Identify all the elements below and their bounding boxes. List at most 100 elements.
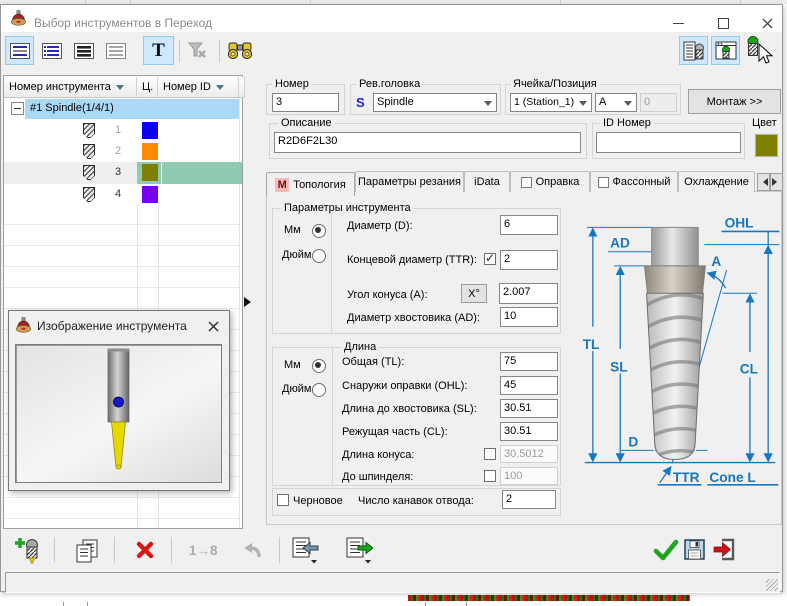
ohl-field[interactable]: 45 — [500, 376, 558, 395]
text-mode-label: T — [152, 39, 165, 61]
taper-angle-label: Угол конуса (A): — [347, 289, 428, 301]
mount-button[interactable]: Монтаж >> — [688, 89, 781, 114]
view-details-button[interactable] — [5, 36, 34, 65]
undo-button[interactable] — [242, 541, 262, 561]
tab-scroll-right-button[interactable] — [770, 173, 783, 191]
popup-title: Изображение инструмента — [37, 319, 187, 333]
column-header-color[interactable]: Ц. — [137, 77, 158, 98]
number-group-label: Номер — [272, 78, 312, 90]
holder-checkbox[interactable] — [520, 176, 532, 188]
cone-length-checkbox[interactable] — [484, 448, 496, 460]
position-dropdown[interactable]: A — [595, 93, 637, 112]
tool-cursor-indicator — [744, 36, 778, 66]
tool-color-swatch[interactable] — [142, 122, 158, 139]
splitter-expand-arrow[interactable] — [244, 297, 256, 307]
revhead-dropdown[interactable]: Spindle — [373, 93, 497, 112]
window-tool-icon — [715, 41, 736, 59]
import-tools-button[interactable] — [291, 536, 319, 564]
close-icon — [207, 320, 219, 332]
column-header-id[interactable]: Номер ID — [158, 77, 239, 98]
tool-color-swatch[interactable] — [142, 164, 158, 181]
exit-button[interactable] — [712, 538, 735, 561]
flutes-field[interactable]: 2 — [502, 490, 556, 509]
table-tool-icon — [683, 41, 704, 60]
tool-row-2[interactable]: 2 — [4, 141, 239, 162]
delete-tool-button[interactable] — [136, 541, 154, 559]
tool-color-swatch[interactable] — [142, 143, 158, 160]
group-label: #1 Spindle(1/4/1) — [30, 102, 114, 114]
tab-coolant[interactable]: Охлаждение — [678, 171, 755, 192]
svg-text:AD: AD — [610, 236, 630, 251]
tool-row-1[interactable]: 1 — [4, 120, 239, 141]
save-button[interactable] — [684, 539, 705, 560]
inch-radio[interactable] — [312, 249, 326, 263]
to-spindle-label: До шпинделя: — [342, 471, 414, 483]
binoculars-icon — [227, 42, 253, 60]
id-number-field[interactable] — [596, 132, 741, 153]
mill-tool-icon — [83, 123, 95, 138]
tab-topology[interactable]: M Топология — [266, 172, 355, 196]
length-group-label: Длина — [341, 341, 380, 353]
mm-radio[interactable] — [312, 224, 326, 238]
resize-grip[interactable] — [766, 579, 778, 591]
expand-collapse-box[interactable] — [11, 102, 24, 115]
view-compact-button[interactable] — [101, 36, 130, 65]
ok-button[interactable] — [653, 538, 679, 562]
roughing-checkbox[interactable] — [277, 494, 289, 506]
filter-clear-icon — [188, 42, 206, 58]
export-tools-button[interactable] — [345, 536, 374, 564]
delete-x-icon — [136, 541, 154, 559]
cl-field[interactable]: 30.51 — [500, 422, 558, 441]
mm-radio-length[interactable] — [312, 359, 326, 373]
diameter-field[interactable]: 6 — [500, 215, 558, 235]
total-length-field[interactable]: 75 — [500, 352, 558, 371]
search-button[interactable] — [224, 36, 256, 65]
tab-holder[interactable]: Оправка — [510, 171, 590, 192]
shaped-checkbox[interactable] — [597, 176, 609, 188]
tab-idata[interactable]: iData — [464, 171, 510, 192]
svg-text:TTR: TTR — [673, 470, 700, 485]
sort-desc-icon — [215, 84, 224, 94]
angle-mode-button[interactable]: X° — [461, 284, 487, 303]
text-mode-button[interactable]: T — [143, 36, 174, 65]
copy-icon — [76, 539, 98, 563]
clear-filter-button[interactable] — [183, 36, 212, 65]
tab-scroll-left-button[interactable] — [757, 173, 770, 191]
tool-color-swatch[interactable] — [142, 186, 158, 203]
app-icon — [10, 10, 27, 26]
inch-radio-length[interactable] — [312, 383, 326, 397]
copy-tool-button[interactable] — [74, 538, 100, 564]
position-extra-field: 0 — [640, 93, 677, 112]
tab-shaped[interactable]: Фассонный — [590, 171, 678, 192]
sl-field[interactable]: 30.51 — [500, 399, 558, 418]
tool-number-field[interactable]: 3 — [272, 93, 339, 112]
popup-close-button[interactable] — [203, 316, 223, 336]
title-bar[interactable]: Выбор инструментов в Переход — [1, 5, 782, 32]
tool-color-picker[interactable] — [754, 133, 779, 158]
import-list-icon — [292, 537, 319, 564]
tool-row-4[interactable]: 4 — [4, 184, 239, 205]
tool-table-view-button[interactable] — [679, 36, 708, 65]
tool-window-view-button[interactable] — [711, 36, 740, 65]
renumber-tools-button[interactable]: 1→8 — [189, 543, 218, 558]
ttr-field[interactable]: 2 — [500, 250, 558, 270]
view-list-button[interactable] — [37, 36, 66, 65]
exit-door-icon — [713, 538, 735, 561]
shank-diameter-field[interactable]: 10 — [500, 307, 558, 327]
mm-radio-label: Мм — [284, 224, 301, 236]
taper-angle-field[interactable]: 2.007 — [499, 283, 558, 304]
to-spindle-checkbox[interactable] — [484, 470, 496, 482]
station-dropdown[interactable]: 1 (Station_1) — [510, 93, 592, 112]
column-header-tool-number[interactable]: Номер инструмента — [4, 77, 137, 98]
ohl-label: Снаружи оправки (OHL): — [342, 380, 468, 392]
view-report-button[interactable] — [69, 36, 98, 65]
ttr-checkbox[interactable] — [484, 251, 496, 265]
tab-cutting-parameters[interactable]: Параметры резания — [355, 171, 464, 192]
screen: Выбор инструментов в Переход T Номер инс… — [0, 0, 787, 606]
add-tool-button[interactable] — [14, 536, 42, 564]
tool-row-3-selected[interactable]: 3 — [4, 162, 242, 184]
description-field[interactable]: R2D6F2L30 — [274, 132, 581, 153]
tool-group-row[interactable]: #1 Spindle(1/4/1) — [4, 98, 239, 120]
description-group-label: Описание — [278, 117, 335, 129]
renumber-label: 1→8 — [189, 543, 218, 558]
